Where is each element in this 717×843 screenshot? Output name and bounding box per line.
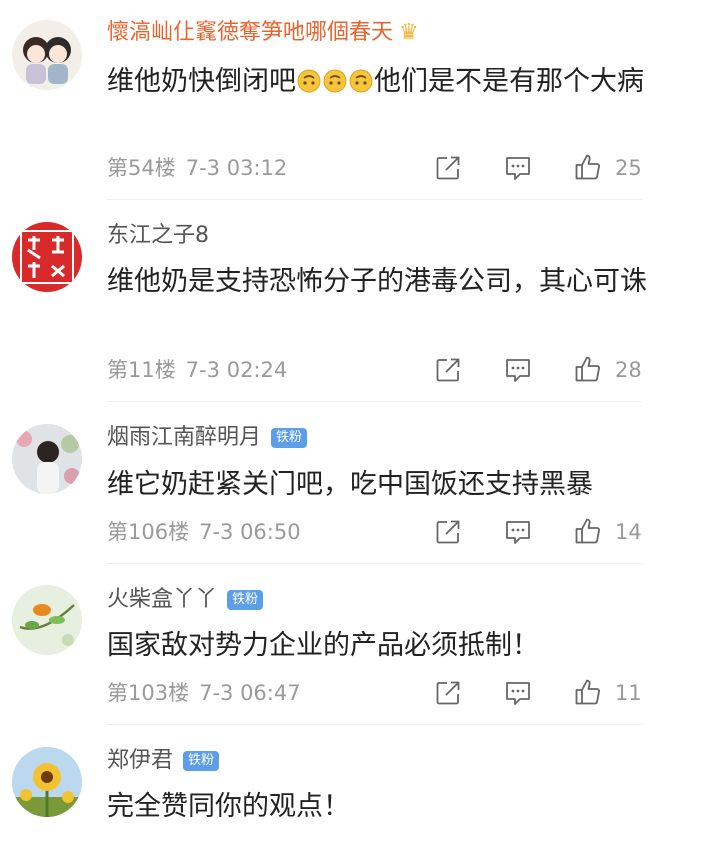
username-text[interactable]: 东江之子8: [107, 221, 209, 251]
comment-icon[interactable]: [503, 153, 533, 183]
share-icon[interactable]: [433, 355, 463, 385]
comment-icon[interactable]: [503, 355, 533, 385]
fan-badge: 铁粉: [271, 428, 308, 448]
divider: [107, 401, 642, 402]
floor-number: 第11楼: [107, 358, 176, 382]
like-count: 25: [615, 156, 642, 180]
like-count: 28: [615, 358, 642, 382]
share-icon[interactable]: [433, 153, 463, 183]
avatar[interactable]: [12, 585, 82, 655]
timestamp: 7-3 06:47: [199, 681, 301, 705]
divider: [107, 563, 642, 564]
comment-text: 国家敌对势力企业的产品必须抵制！: [107, 630, 539, 661]
comment-text: 维他奶快倒闭吧 他们是不是有那个大病: [107, 66, 644, 97]
username[interactable]: 懷滈屾仩竁徳奪笋吔哪個春天 ♛: [107, 18, 419, 48]
comment-icon[interactable]: [503, 678, 533, 708]
username[interactable]: 火柴盒丫丫 铁粉: [107, 585, 264, 615]
avatar[interactable]: [12, 424, 82, 494]
floor-number: 第103楼: [107, 681, 190, 705]
crown-icon: ♛: [399, 20, 419, 45]
like-count: 11: [615, 681, 642, 705]
like-icon[interactable]: [573, 354, 603, 384]
comment-meta: 第54楼 7-3 03:12: [107, 153, 287, 183]
like-count: 14: [615, 520, 642, 544]
username[interactable]: 烟雨江南醉明月 铁粉: [107, 423, 308, 453]
floor-number: 第54楼: [107, 156, 176, 180]
comment-meta: 第106楼 7-3 06:50: [107, 517, 301, 547]
floor-number: 第106楼: [107, 520, 190, 544]
upside-down-face-emoji: [323, 69, 347, 93]
comment-icon[interactable]: [503, 517, 533, 547]
upside-down-face-emoji: [349, 69, 373, 93]
like-icon[interactable]: [573, 152, 603, 182]
comment-text: 维它奶赶紧关门吧，吃中国饭还支持黑暴: [107, 469, 593, 500]
username-text[interactable]: 火柴盒丫丫: [107, 585, 217, 615]
like-icon[interactable]: [573, 677, 603, 707]
fan-badge: 铁粉: [227, 590, 264, 610]
timestamp: 7-3 02:24: [185, 358, 288, 382]
upside-down-face-emoji: [297, 69, 321, 93]
username[interactable]: 东江之子8: [107, 221, 209, 251]
divider: [107, 199, 642, 200]
share-icon[interactable]: [433, 678, 463, 708]
comment-text: 维他奶是支持恐怖分子的港毒公司，其心可诛: [107, 266, 647, 297]
fan-badge: 铁粉: [183, 751, 220, 771]
username[interactable]: 郑伊君 铁粉: [107, 746, 220, 776]
comment-meta: 第103楼 7-3 06:47: [107, 678, 301, 708]
username-text[interactable]: 懷滈屾仩竁徳奪笋吔哪個春天: [107, 18, 393, 48]
like-icon[interactable]: [573, 516, 603, 546]
comment-text: 完全赞同你的观点！: [107, 791, 350, 822]
username-text[interactable]: 烟雨江南醉明月: [107, 423, 261, 453]
share-icon[interactable]: [433, 517, 463, 547]
comment-meta: 第11楼 7-3 02:24: [107, 355, 287, 385]
avatar[interactable]: [12, 20, 82, 90]
avatar[interactable]: [12, 747, 82, 817]
avatar[interactable]: [12, 222, 82, 292]
timestamp: 7-3 06:50: [199, 520, 301, 544]
username-text[interactable]: 郑伊君: [107, 746, 173, 776]
divider: [107, 724, 642, 725]
timestamp: 7-3 03:12: [185, 156, 288, 180]
